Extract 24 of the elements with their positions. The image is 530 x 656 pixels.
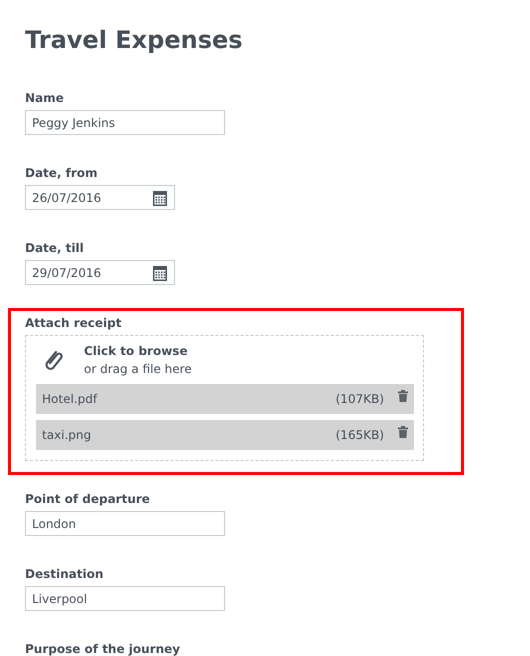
field-label: Destination (25, 566, 104, 583)
file-name: taxi.png (42, 428, 92, 442)
trash-icon[interactable] (398, 390, 408, 402)
field-label: Name (25, 90, 65, 107)
browse-link[interactable]: Click to browse (84, 342, 192, 360)
field-label: Purpose of the journey (25, 641, 182, 656)
calendar-icon[interactable] (152, 190, 168, 206)
date-field[interactable]: 26/07/2016 (25, 185, 175, 210)
file-name: Hotel.pdf (42, 392, 98, 406)
drop-hint: or drag a file here (84, 361, 192, 378)
input-field[interactable]: Peggy Jenkins (25, 110, 225, 135)
file-size: (165KB) (336, 428, 384, 442)
input-field[interactable]: London (25, 511, 225, 536)
input-field[interactable]: Liverpool (25, 586, 225, 611)
field-label: Date, from (25, 165, 99, 182)
page-title: Travel Expenses (25, 25, 244, 55)
field-label: Point of departure (25, 491, 151, 508)
date-field[interactable]: 29/07/2016 (25, 260, 175, 285)
field-label: Attach receipt (25, 315, 122, 332)
calendar-icon[interactable] (152, 264, 168, 280)
field-label: Date, till (25, 240, 85, 257)
file-size: (107KB) (336, 392, 384, 406)
trash-icon[interactable] (398, 426, 408, 438)
drop-zone[interactable]: Click to browse or drag a file here Hotel.pdf (107KB) taxi.png (165KB) (25, 335, 424, 461)
